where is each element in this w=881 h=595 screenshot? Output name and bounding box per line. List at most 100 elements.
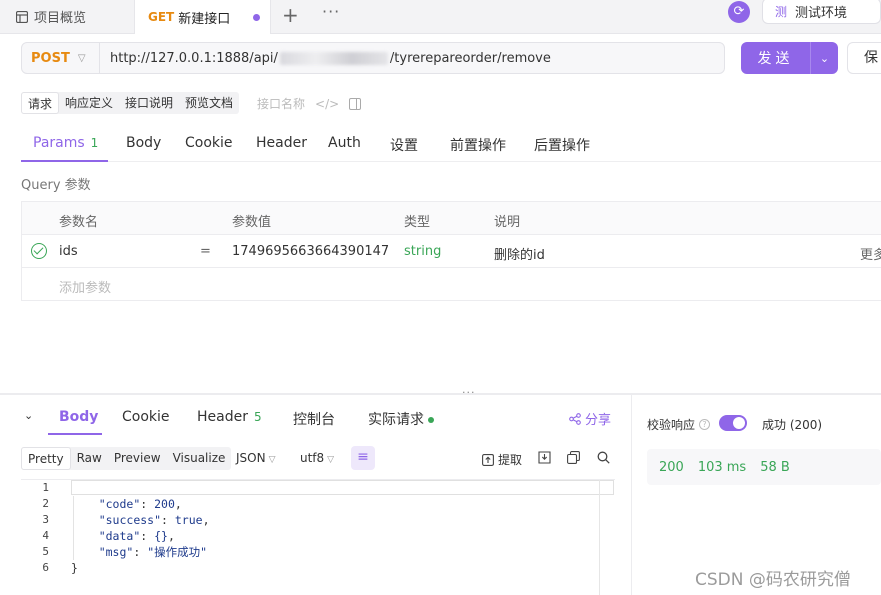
checkbox-checked-icon[interactable] <box>31 243 47 259</box>
active-tab-indicator <box>21 160 108 162</box>
share-button[interactable]: 分享 <box>569 409 611 428</box>
tab-method: GET <box>148 10 175 24</box>
param-value-field[interactable]: 1749695663664390147 <box>232 244 389 259</box>
tab-post-operations[interactable]: 后置操作 <box>534 135 590 155</box>
json-key: "code" <box>98 497 141 511</box>
watermark: CSDN @码农研究僧 <box>695 570 851 590</box>
tab-settings[interactable]: 设置 <box>390 135 418 155</box>
chevron-down-icon: ▽ <box>327 455 335 465</box>
download-icon[interactable] <box>538 451 551 464</box>
code-line: "data": {}, <box>98 529 175 543</box>
env-name: 测试环境 <box>795 5 848 21</box>
encoding-label: utf8 <box>300 451 325 465</box>
code-line: } <box>71 560 210 576</box>
equals-sign: = <box>200 244 211 259</box>
help-icon[interactable]: ? <box>699 419 711 430</box>
chevron-down-icon: ▽ <box>77 52 86 64</box>
response-tab-cookie[interactable]: Cookie <box>122 409 170 425</box>
format-switcher: Pretty Raw Preview Visualize <box>21 447 232 470</box>
more-tabs-button[interactable]: ··· <box>322 2 340 21</box>
tab-label: 项目概览 <box>34 11 87 26</box>
send-options-chevron-icon[interactable]: ⌄ <box>811 52 838 65</box>
format-pretty[interactable]: Pretty <box>21 447 71 470</box>
response-body-editor[interactable]: 1 2 3 4 5 6 { "code": 200, "success": tr… <box>21 479 615 595</box>
tab-project-overview[interactable]: 项目概览 <box>16 0 86 33</box>
response-time: 103 ms <box>697 459 747 475</box>
code-line: "code": 200, <box>98 497 182 511</box>
env-badge: 测 <box>775 4 788 19</box>
subtab-response-definition[interactable]: 响应定义 <box>59 92 119 114</box>
subtab-description[interactable]: 接口说明 <box>119 92 179 114</box>
format-preview[interactable]: Preview <box>108 447 167 470</box>
subtab-preview-doc[interactable]: 预览文档 <box>179 92 239 114</box>
validate-label: 校验响应 <box>647 418 696 432</box>
code-line: "msg": "操作成功" <box>98 545 208 559</box>
add-param-input[interactable]: 添加参数 <box>59 277 111 296</box>
tab-bar <box>0 0 881 34</box>
url-input[interactable]: http://127.0.0.1:1888/api/ /tyrerepareor… <box>100 51 551 66</box>
copy-icon[interactable] <box>567 451 580 464</box>
active-response-tab-indicator <box>48 433 102 435</box>
search-icon[interactable] <box>597 451 610 464</box>
tab-pre-operations[interactable]: 前置操作 <box>450 135 506 155</box>
response-tab-actual-request[interactable]: 实际请求 <box>368 409 434 429</box>
validate-toggle[interactable] <box>719 415 747 431</box>
tab-auth[interactable]: Auth <box>328 135 361 151</box>
tab-params[interactable]: Params 1 <box>33 135 98 151</box>
json-key: "success" <box>98 513 162 527</box>
format-visualize[interactable]: Visualize <box>167 447 232 470</box>
endpoint-name-input[interactable]: 接口名称 <box>257 95 305 112</box>
panel-layout-icon[interactable] <box>349 97 362 110</box>
tab-cookie[interactable]: Cookie <box>185 135 233 151</box>
response-stats: 200 103 ms 58 B <box>647 449 881 485</box>
json-value: "操作成功" <box>147 545 208 559</box>
tab-new-endpoint[interactable]: GET 新建接口 <box>134 0 271 34</box>
endpoint-name-area: 接口名称 </> <box>257 95 362 112</box>
table-row: ids = 1749695663664390147 string 删除的id 更… <box>22 235 881 268</box>
tab-params-label: Params <box>33 135 85 151</box>
drag-handle-icon[interactable]: ··· <box>462 386 476 399</box>
json-value: 200 <box>154 497 175 511</box>
sync-icon[interactable]: ⟳ <box>728 1 750 23</box>
chevron-down-icon: ▽ <box>268 455 276 465</box>
json-value: {} <box>154 529 168 543</box>
response-tab-body[interactable]: Body <box>59 409 98 425</box>
code-line: "success": true, <box>98 513 210 527</box>
query-params-table: 参数名 参数值 类型 说明 ids = 1749695663664390147 … <box>21 201 881 301</box>
environment-select[interactable]: 测 测试环境 <box>762 0 881 24</box>
format-raw[interactable]: Raw <box>71 447 108 470</box>
tab-body[interactable]: Body <box>126 135 161 151</box>
vertical-scrollbar[interactable] <box>599 480 615 595</box>
url-suffix: /tyrerepareorder/remove <box>389 50 551 66</box>
extract-button[interactable]: 提取 <box>482 451 522 468</box>
subtab-request[interactable]: 请求 <box>21 92 60 114</box>
code-icon[interactable]: </> <box>315 97 339 111</box>
line-number: 2 <box>42 497 49 510</box>
param-description-field[interactable]: 删除的id <box>494 244 545 263</box>
response-tab-console[interactable]: 控制台 <box>293 409 335 429</box>
method-select[interactable]: POST ▽ <box>22 43 100 73</box>
grid-icon <box>16 10 28 23</box>
save-button[interactable]: 保 <box>847 42 881 74</box>
line-number: 4 <box>42 529 49 542</box>
content-type-select[interactable]: JSON ▽ <box>236 451 276 465</box>
wrap-lines-icon[interactable]: ≡ <box>351 446 375 470</box>
more-button[interactable]: 更多 <box>860 244 881 263</box>
param-type-select[interactable]: string <box>404 244 441 259</box>
horizontal-scrollbar[interactable] <box>71 480 614 495</box>
param-name-field[interactable]: ids <box>59 244 78 259</box>
request-subtabs: 请求 响应定义 接口说明 预览文档 <box>21 92 240 114</box>
response-tab-header[interactable]: Header 5 <box>197 409 262 425</box>
unsaved-dot-icon <box>253 13 260 21</box>
share-label: 分享 <box>585 413 612 428</box>
share-icon <box>569 412 581 425</box>
encoding-select[interactable]: utf8 ▽ <box>300 451 334 465</box>
send-button[interactable]: 发送 <box>741 48 810 68</box>
table-header-row: 参数名 参数值 类型 说明 <box>22 202 881 235</box>
new-tab-button[interactable]: + <box>282 3 299 27</box>
line-number: 5 <box>42 545 49 558</box>
redacted-segment <box>279 51 388 65</box>
tab-header[interactable]: Header <box>256 135 307 151</box>
json-value: true <box>174 513 203 527</box>
json-brace: } <box>71 561 78 575</box>
